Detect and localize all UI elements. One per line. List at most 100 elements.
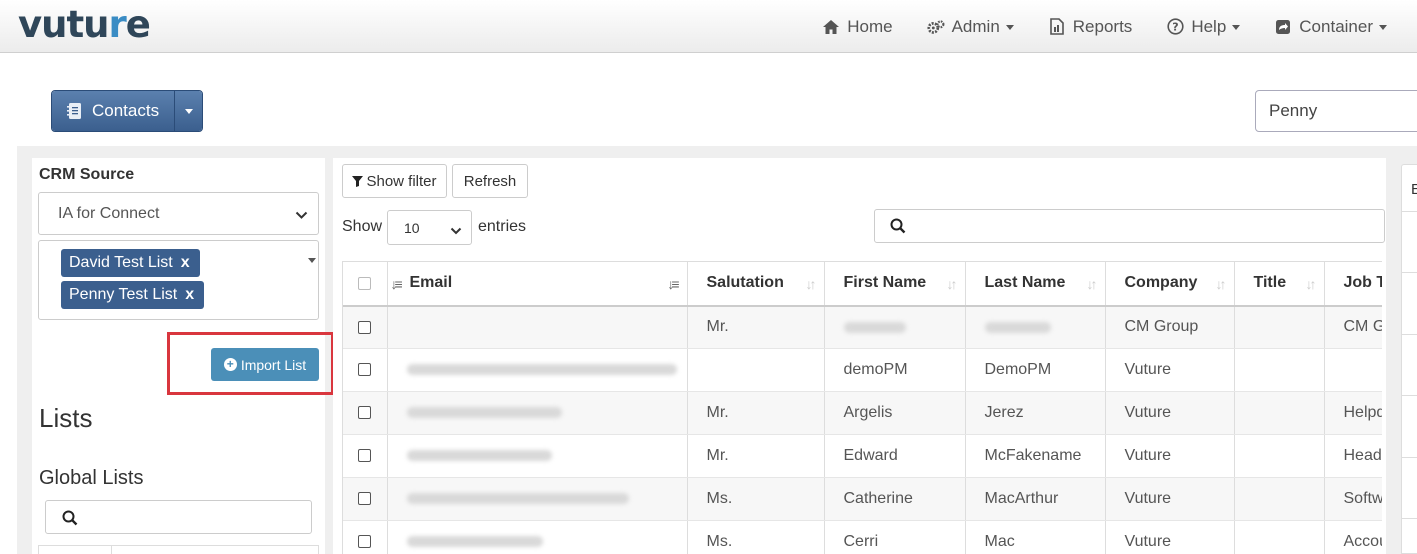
redacted-text xyxy=(984,321,1051,333)
table-row[interactable]: Ms. Catherine MacArthur Vuture Softw xyxy=(343,477,1382,521)
row-checkbox[interactable] xyxy=(358,406,372,420)
plus-circle-icon: + xyxy=(223,358,237,371)
company-cell: CM Group xyxy=(1105,305,1235,349)
entries-value: 10 xyxy=(404,219,420,236)
column-header-first-name[interactable]: First Name ↓↑ xyxy=(824,261,966,307)
email-cell xyxy=(387,305,688,349)
first-name-cell: Edward xyxy=(824,434,966,478)
nav-home-label: Home xyxy=(847,16,893,36)
row-checkbox-cell[interactable] xyxy=(343,391,388,435)
row-checkbox-cell[interactable] xyxy=(343,520,388,554)
column-header-email[interactable]: ↓≡ Email ↓≡ xyxy=(387,261,688,307)
remove-tag-button[interactable]: x xyxy=(181,254,190,272)
column-header-job-title[interactable]: Job Title xyxy=(1324,261,1382,307)
entries-per-page-select[interactable]: 10 xyxy=(387,210,472,245)
row-checkbox-cell[interactable] xyxy=(343,434,388,478)
row-checkbox-cell[interactable] xyxy=(343,477,388,521)
divider xyxy=(1402,518,1417,519)
chevron-down-icon xyxy=(1232,25,1241,30)
crm-source-label: CRM Source xyxy=(39,166,135,183)
report-icon xyxy=(1048,18,1066,36)
email-cell xyxy=(387,348,688,392)
title-cell xyxy=(1234,305,1325,349)
vuture-logo[interactable]: vuture xyxy=(18,3,151,46)
company-cell: Vuture xyxy=(1105,520,1235,554)
sort-icon: ↓↑ xyxy=(1305,276,1317,292)
first-name-cell: Catherine xyxy=(824,477,966,521)
tag-label: David Test List xyxy=(69,254,173,271)
sort-icon: ↓↑ xyxy=(946,276,958,292)
selected-lists-box[interactable]: David Test List x Penny Test List x xyxy=(38,240,319,320)
table-row[interactable]: demoPM DemoPM Vuture xyxy=(343,348,1382,392)
select-all-checkbox[interactable] xyxy=(358,276,372,290)
title-cell xyxy=(1234,477,1325,521)
table-row[interactable]: Mr. Argelis Jerez Vuture Helpd xyxy=(343,391,1382,435)
redacted-email xyxy=(406,536,543,548)
row-checkbox[interactable] xyxy=(358,320,372,334)
table-search-input[interactable] xyxy=(874,209,1385,243)
company-cell: Vuture xyxy=(1105,434,1235,478)
salutation-cell xyxy=(687,348,825,392)
select-all-checkbox-cell[interactable] xyxy=(343,261,388,307)
redacted-email xyxy=(406,407,562,419)
show-label: Show xyxy=(342,218,383,235)
divider xyxy=(1402,395,1417,396)
table-row[interactable]: Mr. Edward McFakename Vuture Head xyxy=(343,434,1382,478)
nav-container[interactable]: Container xyxy=(1274,17,1387,37)
chevron-down-icon xyxy=(184,108,193,114)
contacts-button[interactable]: Contacts xyxy=(52,91,174,131)
nav-reports-label: Reports xyxy=(1072,16,1133,36)
column-header-salutation[interactable]: Salutation ↓↑ xyxy=(687,261,825,307)
refresh-button[interactable]: Refresh xyxy=(452,164,528,198)
right-side-panel: E xyxy=(1401,164,1417,554)
column-header-last-name[interactable]: Last Name ↓↑ xyxy=(965,261,1106,307)
contacts-dropdown-toggle[interactable] xyxy=(174,91,202,131)
table-row[interactable]: Mr. CM Group CM G xyxy=(343,305,1382,349)
last-name-cell: Mac xyxy=(965,520,1106,554)
column-header-company[interactable]: Company ↓↑ xyxy=(1105,261,1235,307)
last-name-cell: DemoPM xyxy=(965,348,1106,392)
filter-icon xyxy=(352,175,364,187)
nav-admin-label: Admin xyxy=(951,16,1000,36)
last-name-cell: Jerez xyxy=(965,391,1106,435)
job-title-cell: Accou xyxy=(1324,520,1382,554)
row-checkbox[interactable] xyxy=(358,535,372,549)
table-row[interactable]: Ms. Cerri Mac Vuture Accou xyxy=(343,520,1382,554)
first-name-cell: Cerri xyxy=(824,520,966,554)
salutation-cell: Ms. xyxy=(687,520,825,554)
row-checkbox[interactable] xyxy=(358,449,372,463)
nav-home[interactable]: Home xyxy=(822,16,893,37)
nav-admin[interactable]: Admin xyxy=(927,17,1014,37)
column-header-title[interactable]: Title ↓↑ xyxy=(1234,261,1325,307)
remove-tag-button[interactable]: x xyxy=(185,286,194,304)
global-lists-search-input[interactable] xyxy=(45,500,312,534)
row-checkbox-cell[interactable] xyxy=(343,305,388,349)
title-cell xyxy=(1234,391,1325,435)
global-lists-table xyxy=(38,545,319,554)
search-icon xyxy=(890,218,906,239)
first-name-cell: Argelis xyxy=(824,391,966,435)
sort-icon: ↓↑ xyxy=(1086,276,1098,292)
title-cell xyxy=(1234,348,1325,392)
job-title-cell: CM G xyxy=(1324,305,1382,349)
chevron-down-icon[interactable] xyxy=(308,258,316,263)
email-cell xyxy=(387,520,688,554)
top-search-input[interactable] xyxy=(1255,90,1417,132)
search-icon xyxy=(62,510,78,531)
right-panel-partial-label: E xyxy=(1411,181,1417,198)
row-checkbox-cell[interactable] xyxy=(343,348,388,392)
contacts-split-button: Contacts xyxy=(51,90,203,132)
crm-source-select[interactable]: IA for Connect xyxy=(38,192,319,235)
row-checkbox[interactable] xyxy=(358,363,372,377)
import-list-button[interactable]: + Import List xyxy=(211,348,319,381)
redacted-email xyxy=(406,493,629,505)
show-filter-button[interactable]: Show filter xyxy=(342,164,447,198)
tag-david-test-list: David Test List x xyxy=(61,249,200,277)
divider xyxy=(1402,334,1417,335)
nav-help[interactable]: ? Help xyxy=(1166,17,1241,37)
job-title-cell: Helpd xyxy=(1324,391,1382,435)
row-checkbox[interactable] xyxy=(358,492,372,506)
tag-label: Penny Test List xyxy=(69,286,178,303)
nav-reports[interactable]: Reports xyxy=(1048,16,1133,37)
gears-icon xyxy=(927,18,945,36)
